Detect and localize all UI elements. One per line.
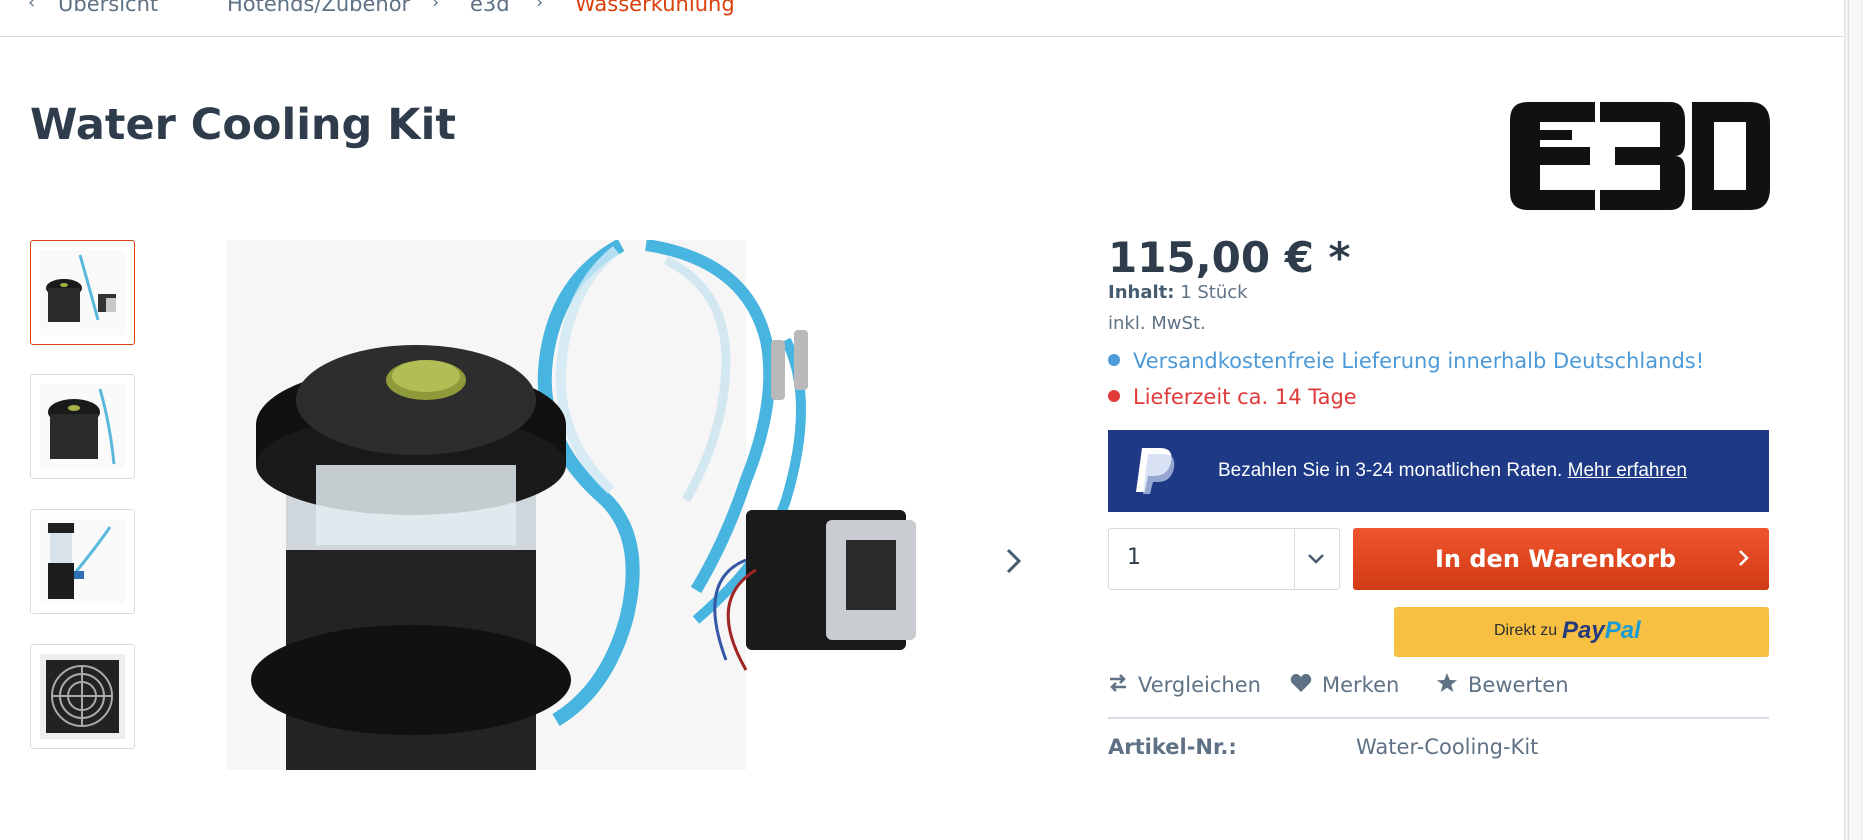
content-label: Inhalt: <box>1108 282 1175 303</box>
shipping-text: Versandkostenfreie Lieferung innerhalb D… <box>1133 349 1705 373</box>
shipping-note: Versandkostenfreie Lieferung innerhalb D… <box>1108 349 1704 373</box>
quantity-value: 1 <box>1127 545 1141 570</box>
delivery-text: Lieferzeit ca. 14 Tage <box>1133 385 1357 409</box>
page-title: Water Cooling Kit <box>30 100 456 150</box>
breadcrumb-back-link[interactable]: Übersicht <box>58 0 158 16</box>
delivery-note: Lieferzeit ca. 14 Tage <box>1108 385 1357 409</box>
gallery-next-button[interactable] <box>998 545 1030 577</box>
product-main-image[interactable] <box>226 240 978 770</box>
breadcrumb-item-e3d[interactable]: e3d <box>470 0 510 16</box>
paypal-checkout-button[interactable]: Direkt zu PayPal <box>1394 607 1769 657</box>
sku-label: Artikel-Nr.: <box>1108 735 1237 759</box>
rate-label: Bewerten <box>1468 673 1569 697</box>
paypal-installment-banner[interactable]: Bezahlen Sie in 3-24 monatlichen Raten. … <box>1108 430 1769 512</box>
paypal-direct-label: Direkt zu <box>1494 622 1558 639</box>
breadcrumb-item-hotends[interactable]: Hotends/Zubehör <box>227 0 410 16</box>
gallery-thumbnail[interactable] <box>30 374 135 479</box>
sku-value: Water-Cooling-Kit <box>1356 735 1539 759</box>
scrollbar[interactable] <box>1844 0 1863 840</box>
paypal-logo-pay: Pay <box>1562 617 1605 644</box>
remember-label: Merken <box>1322 673 1400 697</box>
paypal-learn-more-link[interactable]: Mehr erfahren <box>1568 460 1687 481</box>
scrollbar-thumb[interactable] <box>1848 0 1861 840</box>
quantity-divider <box>1294 529 1295 589</box>
chevron-left-icon[interactable]: ‹ <box>28 0 35 13</box>
remember-link[interactable]: Merken <box>1290 673 1399 697</box>
brand-logo[interactable] <box>1510 102 1770 212</box>
compare-label: Vergleichen <box>1138 673 1261 697</box>
quantity-select[interactable]: 1 <box>1108 528 1340 590</box>
paypal-banner-text: Bezahlen Sie in 3-24 monatlichen Raten. … <box>1218 460 1687 482</box>
chevron-down-icon <box>1308 554 1324 564</box>
breadcrumb-item-current[interactable]: Wasserkühlung <box>575 0 735 16</box>
product-price: 115,00 € * <box>1108 233 1351 282</box>
add-to-cart-label: In den Warenkorb <box>1435 545 1677 573</box>
paypal-icon <box>1136 448 1175 494</box>
gallery-thumbnail[interactable] <box>30 240 135 345</box>
compare-link[interactable]: Vergleichen <box>1108 673 1261 697</box>
content-info: Inhalt: 1 Stück <box>1108 282 1248 303</box>
paypal-logo-pal: Pal <box>1604 617 1641 644</box>
paypal-logo: PayPal <box>1562 617 1641 645</box>
heart-icon <box>1290 673 1312 692</box>
gallery-thumbnail[interactable] <box>30 509 135 614</box>
breadcrumb: ‹ Übersicht Hotends/Zubehör › e3d › Wass… <box>0 0 1843 37</box>
add-to-cart-button[interactable]: In den Warenkorb <box>1353 528 1769 590</box>
content-value: 1 Stück <box>1180 282 1248 303</box>
chevron-right-icon <box>1006 548 1022 574</box>
delivery-dot-icon <box>1108 390 1120 402</box>
star-icon <box>1437 673 1457 692</box>
divider <box>1108 717 1769 719</box>
gallery-thumbnail[interactable] <box>30 644 135 749</box>
paypal-banner-message: Bezahlen Sie in 3-24 monatlichen Raten. <box>1218 460 1563 481</box>
rate-link[interactable]: Bewerten <box>1436 673 1569 697</box>
shipping-dot-icon <box>1108 354 1120 366</box>
chevron-right-icon <box>1739 550 1749 566</box>
tax-note: inkl. MwSt. <box>1108 313 1206 334</box>
swap-arrows-icon <box>1110 674 1126 692</box>
chevron-right-icon: › <box>536 0 544 13</box>
chevron-right-icon: › <box>432 0 440 13</box>
